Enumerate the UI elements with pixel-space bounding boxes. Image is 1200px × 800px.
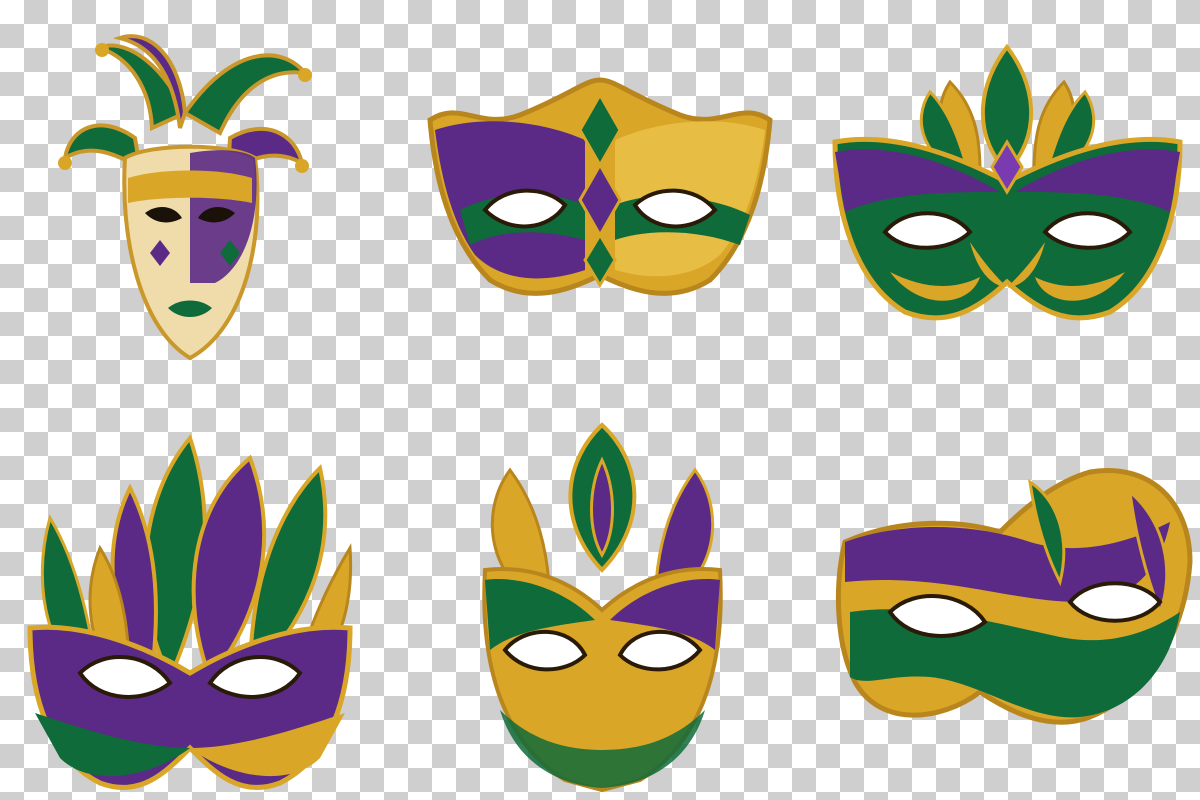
jester-face-mask	[40, 18, 330, 368]
feather-swirl-mask	[20, 428, 360, 798]
leaf-crown-eye-mask	[830, 42, 1185, 322]
harlequin-eye-mask	[420, 70, 780, 310]
fleur-de-lis-face-mask	[470, 420, 735, 793]
ribbon-wave-eye-mask	[830, 462, 1195, 732]
